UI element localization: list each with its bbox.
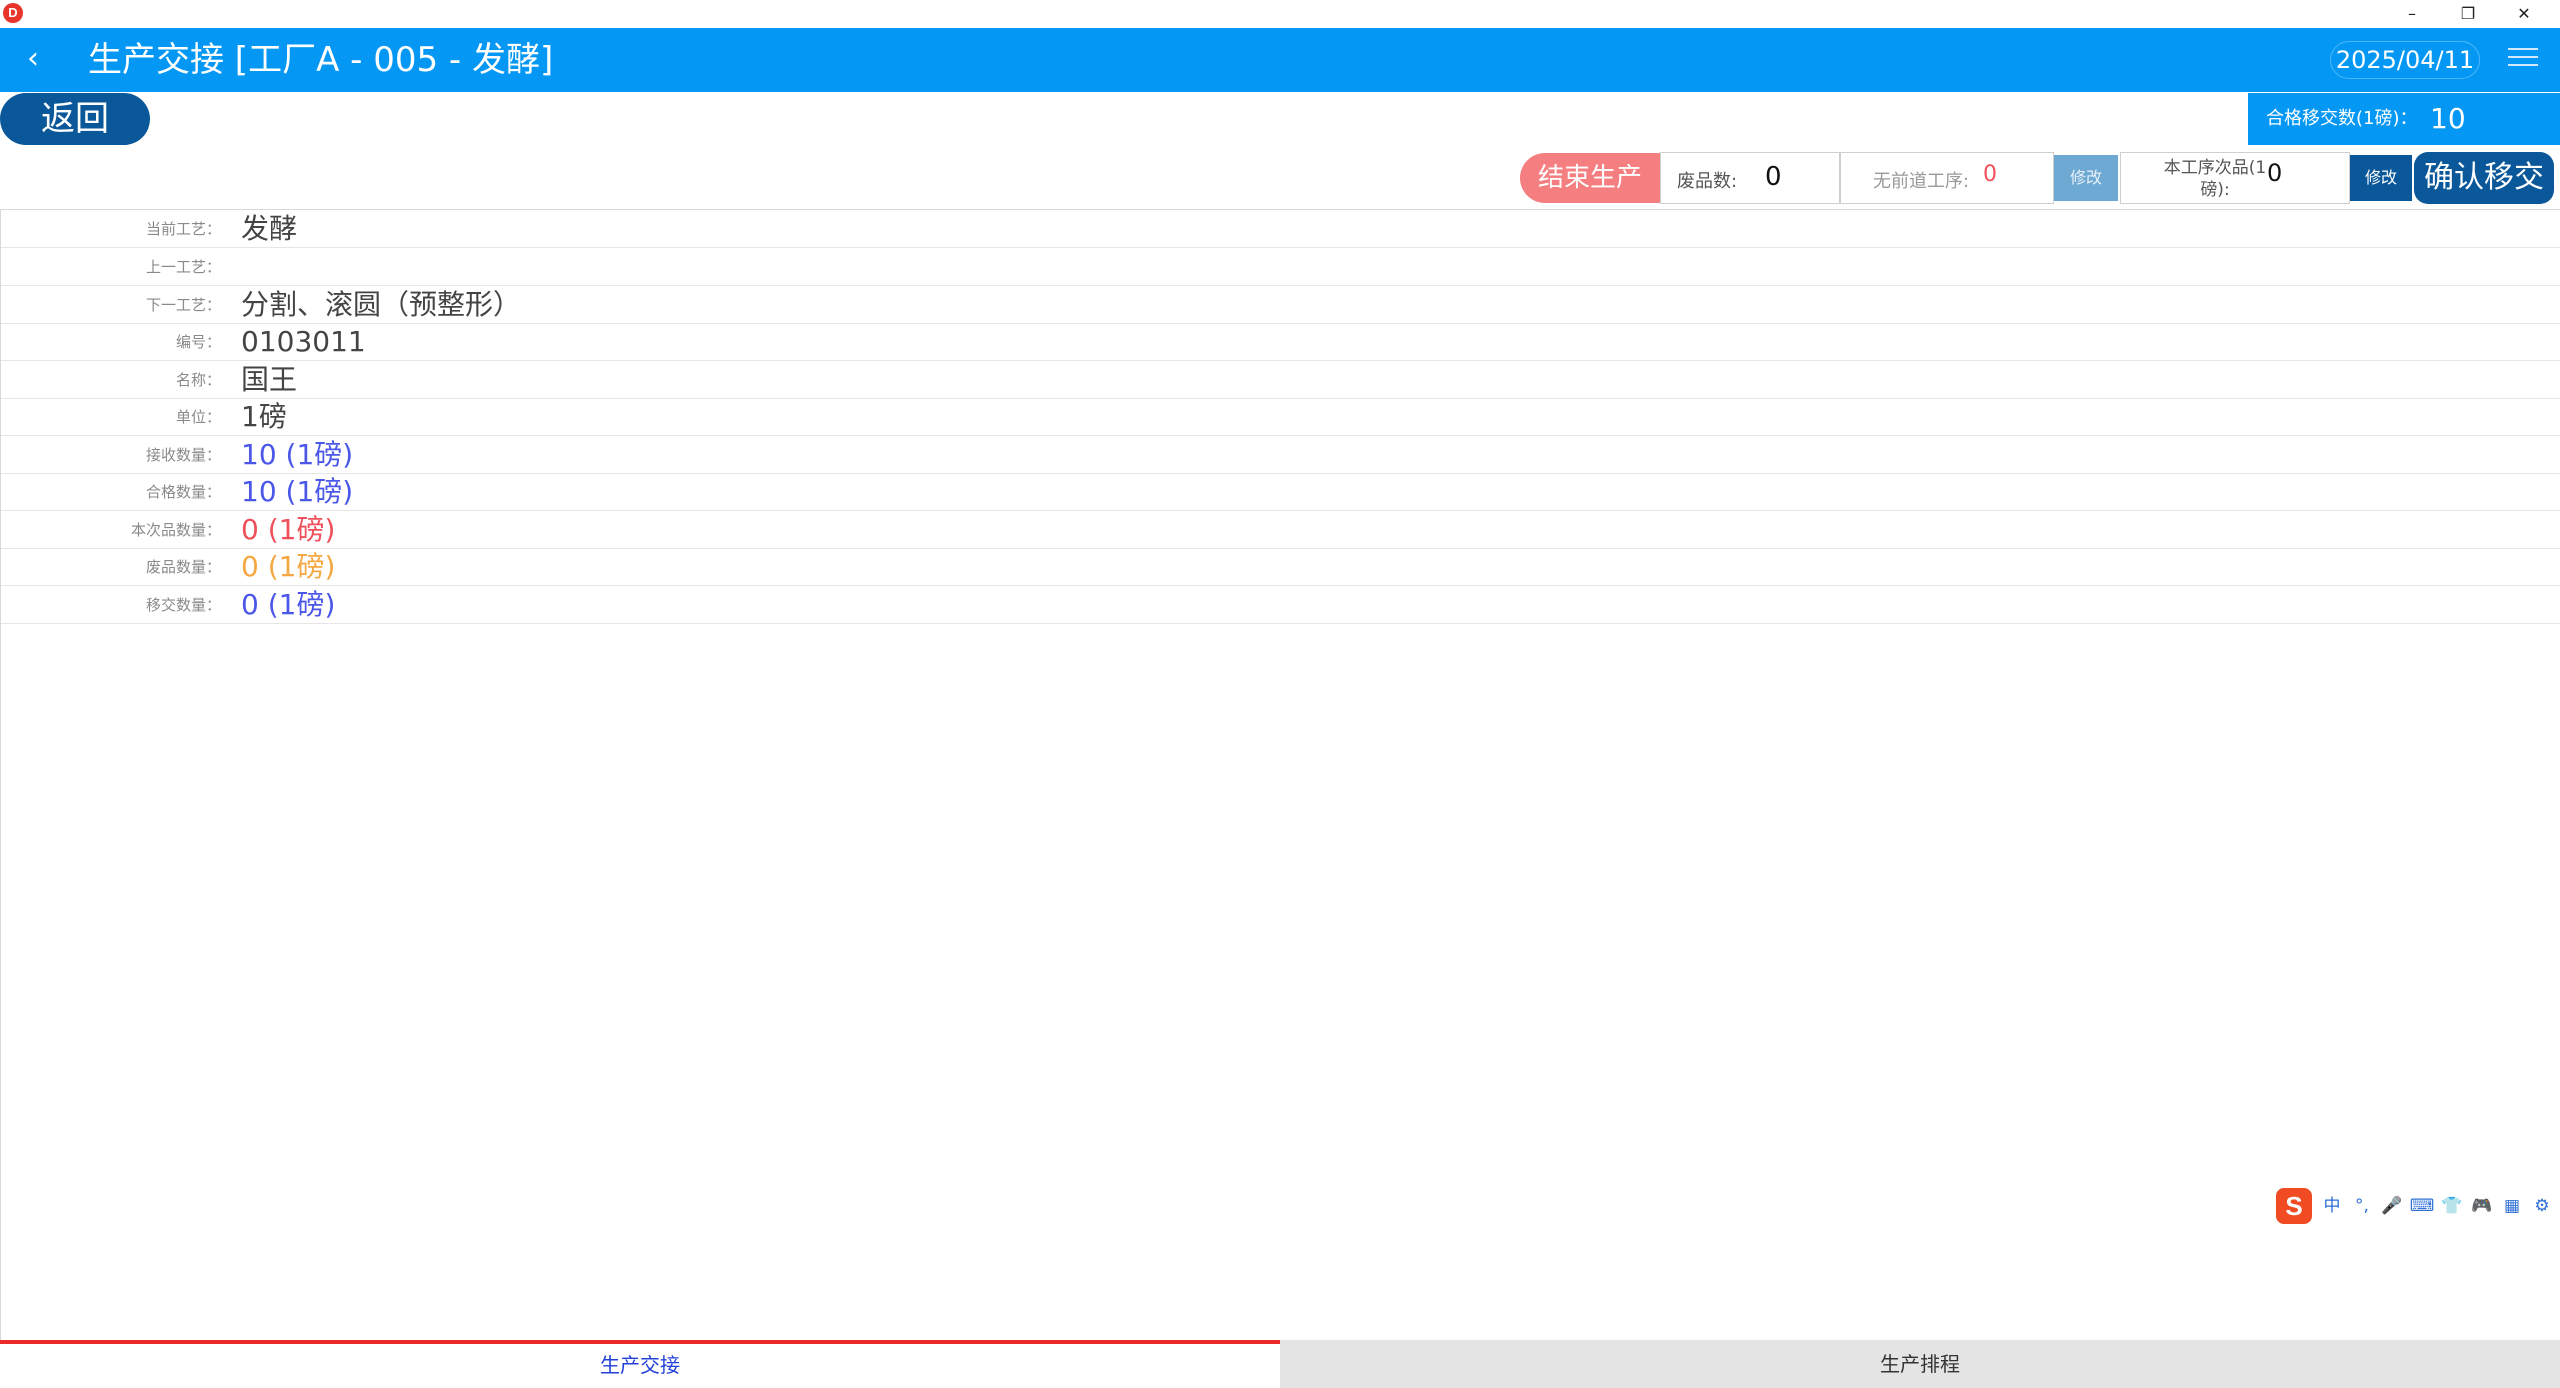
row-value: 0 (1磅) (241, 588, 336, 621)
detail-row-qualified-qty: 合格数量： 10 (1磅) (1, 473, 2560, 511)
ime-game-icon[interactable]: 🎮 (2468, 1194, 2496, 1218)
row-value: 1磅 (241, 400, 287, 433)
row-label: 上一工艺： (145, 258, 221, 276)
ime-logo-icon[interactable]: S (2276, 1188, 2312, 1224)
detail-row-next-process: 下一工艺： 分割、滚圆（预整形） (1, 286, 2560, 324)
ime-chinese-mode-icon[interactable]: 中 (2318, 1194, 2346, 1218)
modify-defect-button[interactable]: 修改 (2350, 155, 2412, 201)
row-label: 单位： (175, 408, 221, 426)
detail-panel: 当前工艺： 发酵 上一工艺： 下一工艺： 分割、滚圆（预整形） 编号： 0103… (0, 209, 2560, 1340)
no-prev-process-value: 0 (1983, 162, 1997, 187)
row-value: 0103011 (241, 325, 366, 358)
qualified-transfer-label: 合格移交数(1磅)： (2266, 108, 2418, 129)
detail-row-name: 名称： 国王 (1, 361, 2560, 399)
defect-count-field[interactable]: 本工序次品(1磅): 0 (2120, 152, 2350, 204)
no-prev-process-field: 无前道工序: 0 (1840, 152, 2054, 204)
row-label: 移交数量： (145, 596, 221, 614)
detail-row-transfer-qty: 移交数量： 0 (1磅) (1, 586, 2560, 624)
menu-icon-line (2508, 56, 2538, 58)
page-title: 生产交接 [工厂A - 005 - 发酵] (88, 40, 554, 80)
row-label: 合格数量： (145, 483, 221, 501)
detail-row-previous-process: 上一工艺： (1, 248, 2560, 286)
row-value: 0 (1磅) (241, 513, 336, 546)
scrap-count-label: 废品数: (1677, 171, 1738, 192)
ime-settings-icon[interactable]: ⚙ (2528, 1194, 2556, 1218)
detail-row-current-process: 当前工艺： 发酵 (1, 210, 2560, 248)
header-bar: ‹ 生产交接 [工厂A - 005 - 发酵] 2025/04/11 (0, 28, 2560, 92)
defect-count-label: 本工序次品(1磅): (2163, 158, 2267, 200)
detail-row-defect-qty: 本次品数量： 0 (1磅) (1, 511, 2560, 549)
menu-icon[interactable] (2508, 48, 2538, 72)
row-value: 10 (1磅) (241, 438, 354, 471)
row-label: 下一工艺： (145, 296, 221, 314)
ime-punctuation-icon[interactable]: °, (2348, 1194, 2376, 1218)
tab-production-handover[interactable]: 生产交接 (0, 1340, 1280, 1388)
detail-row-code: 编号： 0103011 (1, 323, 2560, 361)
back-button[interactable]: 返回 (0, 93, 150, 145)
restore-button[interactable]: ❐ (2440, 0, 2496, 28)
modify-prev-button[interactable]: 修改 (2054, 155, 2118, 201)
row-label: 编号： (175, 333, 221, 351)
defect-count-value[interactable]: 0 (2267, 159, 2282, 187)
app-logo-icon: D (3, 3, 23, 23)
row-label: 名称： (175, 371, 221, 389)
no-prev-process-label: 无前道工序: (1873, 171, 1970, 192)
ime-apps-icon[interactable]: ▦ (2498, 1194, 2526, 1218)
row-label: 接收数量： (145, 446, 221, 464)
menu-icon-line (2508, 48, 2538, 50)
row-label: 当前工艺： (145, 220, 221, 238)
scrap-count-field[interactable]: 废品数: 0 (1660, 152, 1840, 204)
qualified-transfer-value: 10 (2430, 102, 2466, 135)
row-value: 国王 (241, 363, 298, 396)
ime-skin-icon[interactable]: 👕 (2438, 1194, 2466, 1218)
row-value: 分割、滚圆（预整形） (241, 288, 522, 321)
tab-production-schedule[interactable]: 生产排程 (1280, 1340, 2560, 1388)
qualified-transfer-box: 合格移交数(1磅)： 10 (2248, 93, 2560, 145)
detail-row-received-qty: 接收数量： 10 (1磅) (1, 436, 2560, 474)
detail-row-unit: 单位： 1磅 (1, 398, 2560, 436)
back-chevron-icon[interactable]: ‹ (18, 42, 48, 76)
ime-keyboard-icon[interactable]: ⌨ (2408, 1194, 2436, 1218)
app-window: D – ❐ ✕ ‹ 生产交接 [工厂A - 005 - 发酵] 2025/04/… (0, 0, 2560, 1388)
detail-row-scrap-qty: 废品数量： 0 (1磅) (1, 548, 2560, 586)
row-label: 废品数量： (145, 558, 221, 576)
close-button[interactable]: ✕ (2496, 0, 2552, 28)
menu-icon-line (2508, 64, 2538, 66)
minimize-button[interactable]: – (2384, 0, 2440, 28)
ime-toolbar: S 中 °, 🎤 ⌨ 👕 🎮 ▦ ⚙ (2276, 1186, 2558, 1226)
date-display[interactable]: 2025/04/11 (2330, 41, 2480, 79)
scrap-count-value[interactable]: 0 (1765, 162, 1782, 192)
end-production-button[interactable]: 结束生产 (1520, 153, 1660, 203)
row-label: 本次品数量： (130, 521, 221, 539)
title-bar: D – ❐ ✕ (0, 0, 2560, 28)
row-value: 发酵 (241, 212, 298, 245)
row-value: 10 (1磅) (241, 475, 354, 508)
confirm-transfer-button[interactable]: 确认移交 (2414, 152, 2554, 204)
ime-microphone-icon[interactable]: 🎤 (2378, 1194, 2406, 1218)
row-value: 0 (1磅) (241, 550, 336, 583)
